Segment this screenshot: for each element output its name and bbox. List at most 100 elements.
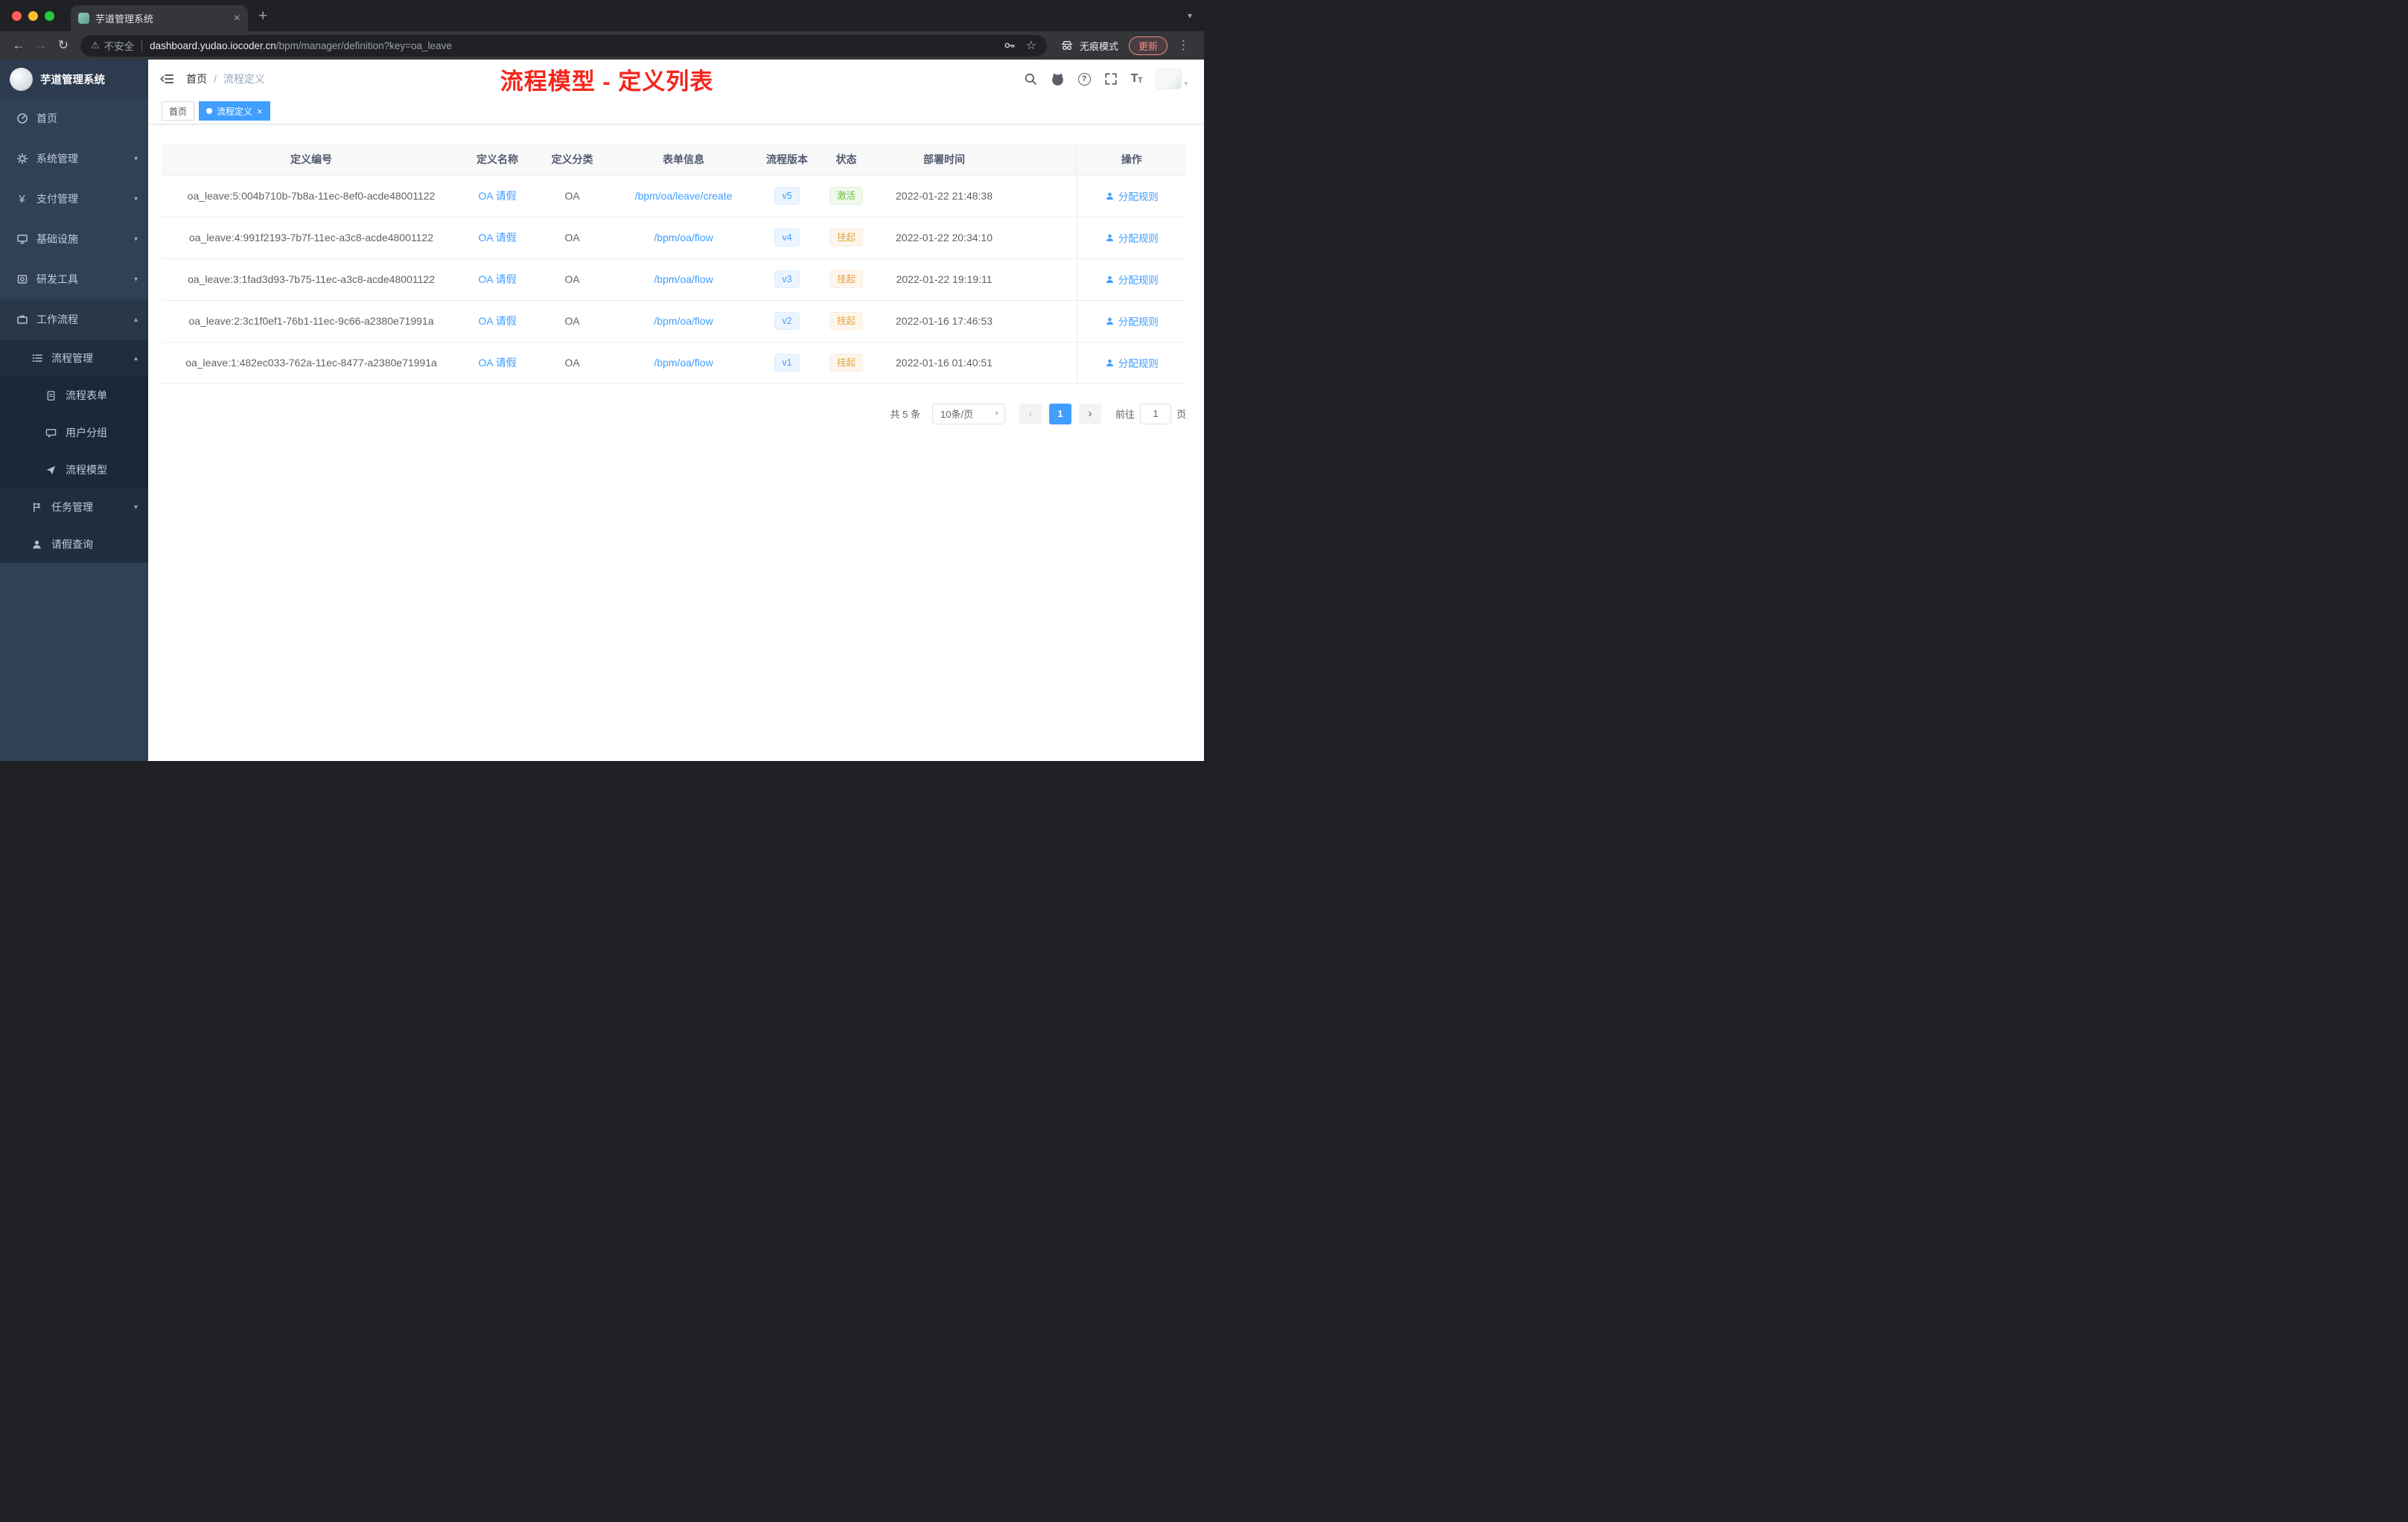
definition-id-cell: oa_leave:4:991f2193-7b7f-11ec-a3c8-acde4… xyxy=(162,217,461,259)
category-cell: OA xyxy=(534,258,611,301)
form-link[interactable]: /bpm/oa/leave/create xyxy=(635,190,733,202)
filler-cell xyxy=(1013,300,1077,343)
sidebar-item-infrastructure[interactable]: 基础设施 ▾ xyxy=(0,219,148,259)
form-link[interactable]: /bpm/oa/flow xyxy=(654,315,713,327)
page-size-select[interactable]: 10条/页 ▾ xyxy=(931,403,1005,424)
version-badge: v1 xyxy=(774,353,800,372)
definition-name-link[interactable]: OA 请假 xyxy=(478,315,516,327)
monitor-icon xyxy=(16,233,28,245)
traffic-lights xyxy=(0,10,65,21)
sidebar-item-process-forms[interactable]: 流程表单 xyxy=(0,377,148,414)
deploy-time-cell: 2022-01-22 21:48:38 xyxy=(875,175,1013,217)
filler-cell xyxy=(1013,217,1077,259)
col-definition-category: 定义分类 xyxy=(534,144,611,176)
sidebar-item-process-models[interactable]: 流程模型 xyxy=(0,451,148,488)
assign-rule-link[interactable]: 分配规则 xyxy=(1105,230,1159,245)
category-cell: OA xyxy=(534,217,611,259)
definition-name-link[interactable]: OA 请假 xyxy=(478,232,516,243)
table-header-row: 定义编号 定义名称 定义分类 表单信息 流程版本 状态 部署时间 操作 xyxy=(162,144,1186,176)
sidebar-item-home[interactable]: 首页 xyxy=(0,98,148,138)
navbar-actions: ? TT ▾ xyxy=(1024,69,1188,89)
address-bar[interactable]: ⚠ 不安全 dashboard.yudao.iocoder.cn/bpm/man… xyxy=(80,34,1047,57)
close-window-button[interactable] xyxy=(12,10,22,21)
tag-process-definition[interactable]: 流程定义 × xyxy=(199,101,270,121)
page-content: 定义编号 定义名称 定义分类 表单信息 流程版本 状态 部署时间 操作 oa_l… xyxy=(148,124,1204,424)
form-link[interactable]: /bpm/oa/flow xyxy=(654,232,713,243)
back-button[interactable]: ← xyxy=(7,34,30,57)
sidebar-item-user-groups[interactable]: 用户分组 xyxy=(0,414,148,451)
yen-icon: ¥ xyxy=(19,192,25,206)
browser-tab[interactable]: 芋道管理系统 × xyxy=(71,5,248,31)
col-operations: 操作 xyxy=(1076,144,1186,176)
assign-rule-link[interactable]: 分配规则 xyxy=(1105,272,1159,287)
user-avatar-wrap[interactable]: ▾ xyxy=(1156,69,1188,89)
person-icon xyxy=(1106,317,1113,325)
sidebar-item-devtools[interactable]: 研发工具 ▾ xyxy=(0,259,148,299)
status-badge: 挂起 xyxy=(829,353,863,372)
sidebar-item-payment[interactable]: ¥ 支付管理 ▾ xyxy=(0,179,148,219)
sidebar-logo: 芋道管理系统 xyxy=(0,60,148,98)
version-badge: v4 xyxy=(774,228,800,247)
tab-close-icon[interactable]: × xyxy=(234,12,241,25)
workflow-submenu: 流程管理 ▴ 流程表单 用户分组 流程模型 任务管理 ▾ 请假查询 xyxy=(0,340,148,563)
fullscreen-icon[interactable] xyxy=(1104,72,1118,86)
sidebar-collapse-icon[interactable] xyxy=(159,71,174,86)
form-link[interactable]: /bpm/oa/flow xyxy=(654,357,713,369)
tab-overview-chevron-icon[interactable]: ▾ xyxy=(1188,10,1192,21)
incognito-icon xyxy=(1060,39,1074,51)
minimize-window-button[interactable] xyxy=(28,10,38,21)
form-link[interactable]: /bpm/oa/flow xyxy=(654,273,713,285)
deploy-time-cell: 2022-01-16 01:40:51 xyxy=(875,342,1013,384)
definitions-table: 定义编号 定义名称 定义分类 表单信息 流程版本 状态 部署时间 操作 oa_l… xyxy=(162,144,1186,384)
help-icon[interactable]: ? xyxy=(1077,72,1091,86)
sidebar-item-process-management[interactable]: 流程管理 ▴ xyxy=(0,340,148,377)
incognito-label: 无痕模式 xyxy=(1079,40,1118,52)
sidebar-item-system[interactable]: 系统管理 ▾ xyxy=(0,138,148,179)
chat-bubble-icon xyxy=(45,427,57,439)
breadcrumb: 首页 / 流程定义 xyxy=(186,71,265,86)
not-secure-label[interactable]: 不安全 xyxy=(104,38,135,53)
prev-page-button[interactable]: ‹ xyxy=(1019,403,1042,424)
chevron-down-icon: ▾ xyxy=(133,194,138,203)
definition-name-link[interactable]: OA 请假 xyxy=(478,190,516,202)
assign-rule-link[interactable]: 分配规则 xyxy=(1105,313,1159,328)
tag-home[interactable]: 首页 xyxy=(162,101,195,121)
assign-rule-link[interactable]: 分配规则 xyxy=(1105,355,1159,370)
update-button[interactable]: 更新 xyxy=(1128,36,1168,55)
breadcrumb-home[interactable]: 首页 xyxy=(186,71,207,86)
category-cell: OA xyxy=(534,175,611,217)
new-tab-button[interactable]: + xyxy=(258,8,267,24)
bookmark-star-icon[interactable]: ☆ xyxy=(1026,38,1036,53)
assign-rule-link[interactable]: 分配规则 xyxy=(1105,188,1159,203)
search-icon[interactable] xyxy=(1024,72,1037,86)
document-icon xyxy=(45,390,57,401)
briefcase-icon xyxy=(16,313,28,325)
sidebar-item-leave-query[interactable]: 请假查询 xyxy=(0,526,148,563)
definition-name-link[interactable]: OA 请假 xyxy=(478,357,516,369)
col-form-info: 表单信息 xyxy=(611,144,757,176)
tag-close-icon[interactable]: × xyxy=(257,106,263,116)
breadcrumb-separator: / xyxy=(214,73,217,85)
browser-menu-icon[interactable]: ⋮ xyxy=(1177,38,1190,53)
goto-page-input[interactable] xyxy=(1139,403,1171,424)
avatar[interactable] xyxy=(1156,69,1182,89)
page-number-button[interactable]: 1 xyxy=(1048,403,1071,424)
reload-button[interactable]: ↻ xyxy=(52,34,74,57)
list-icon xyxy=(31,352,43,364)
definition-name-link[interactable]: OA 请假 xyxy=(478,273,516,285)
col-definition-id: 定义编号 xyxy=(162,144,461,176)
github-icon[interactable] xyxy=(1051,72,1065,86)
person-icon xyxy=(1106,192,1113,200)
forward-button[interactable]: → xyxy=(30,34,52,57)
definition-id-cell: oa_leave:3:1fad3d93-7b75-11ec-a3c8-acde4… xyxy=(162,258,461,301)
sidebar-item-task-management[interactable]: 任务管理 ▾ xyxy=(0,488,148,526)
table-row: oa_leave:5:004b710b-7b8a-11ec-8ef0-acde4… xyxy=(162,175,1186,217)
definition-id-cell: oa_leave:2:3c1f0ef1-76b1-11ec-9c66-a2380… xyxy=(162,300,461,343)
password-key-icon[interactable] xyxy=(1004,39,1016,51)
sidebar-item-workflow[interactable]: 工作流程 ▴ xyxy=(0,299,148,340)
status-badge: 挂起 xyxy=(829,270,863,289)
browser-toolbar: ← → ↻ ⚠ 不安全 dashboard.yudao.iocoder.cn/b… xyxy=(0,31,1204,60)
zoom-window-button[interactable] xyxy=(45,10,54,21)
next-page-button[interactable]: › xyxy=(1078,403,1101,424)
font-size-icon[interactable]: TT xyxy=(1131,73,1143,85)
